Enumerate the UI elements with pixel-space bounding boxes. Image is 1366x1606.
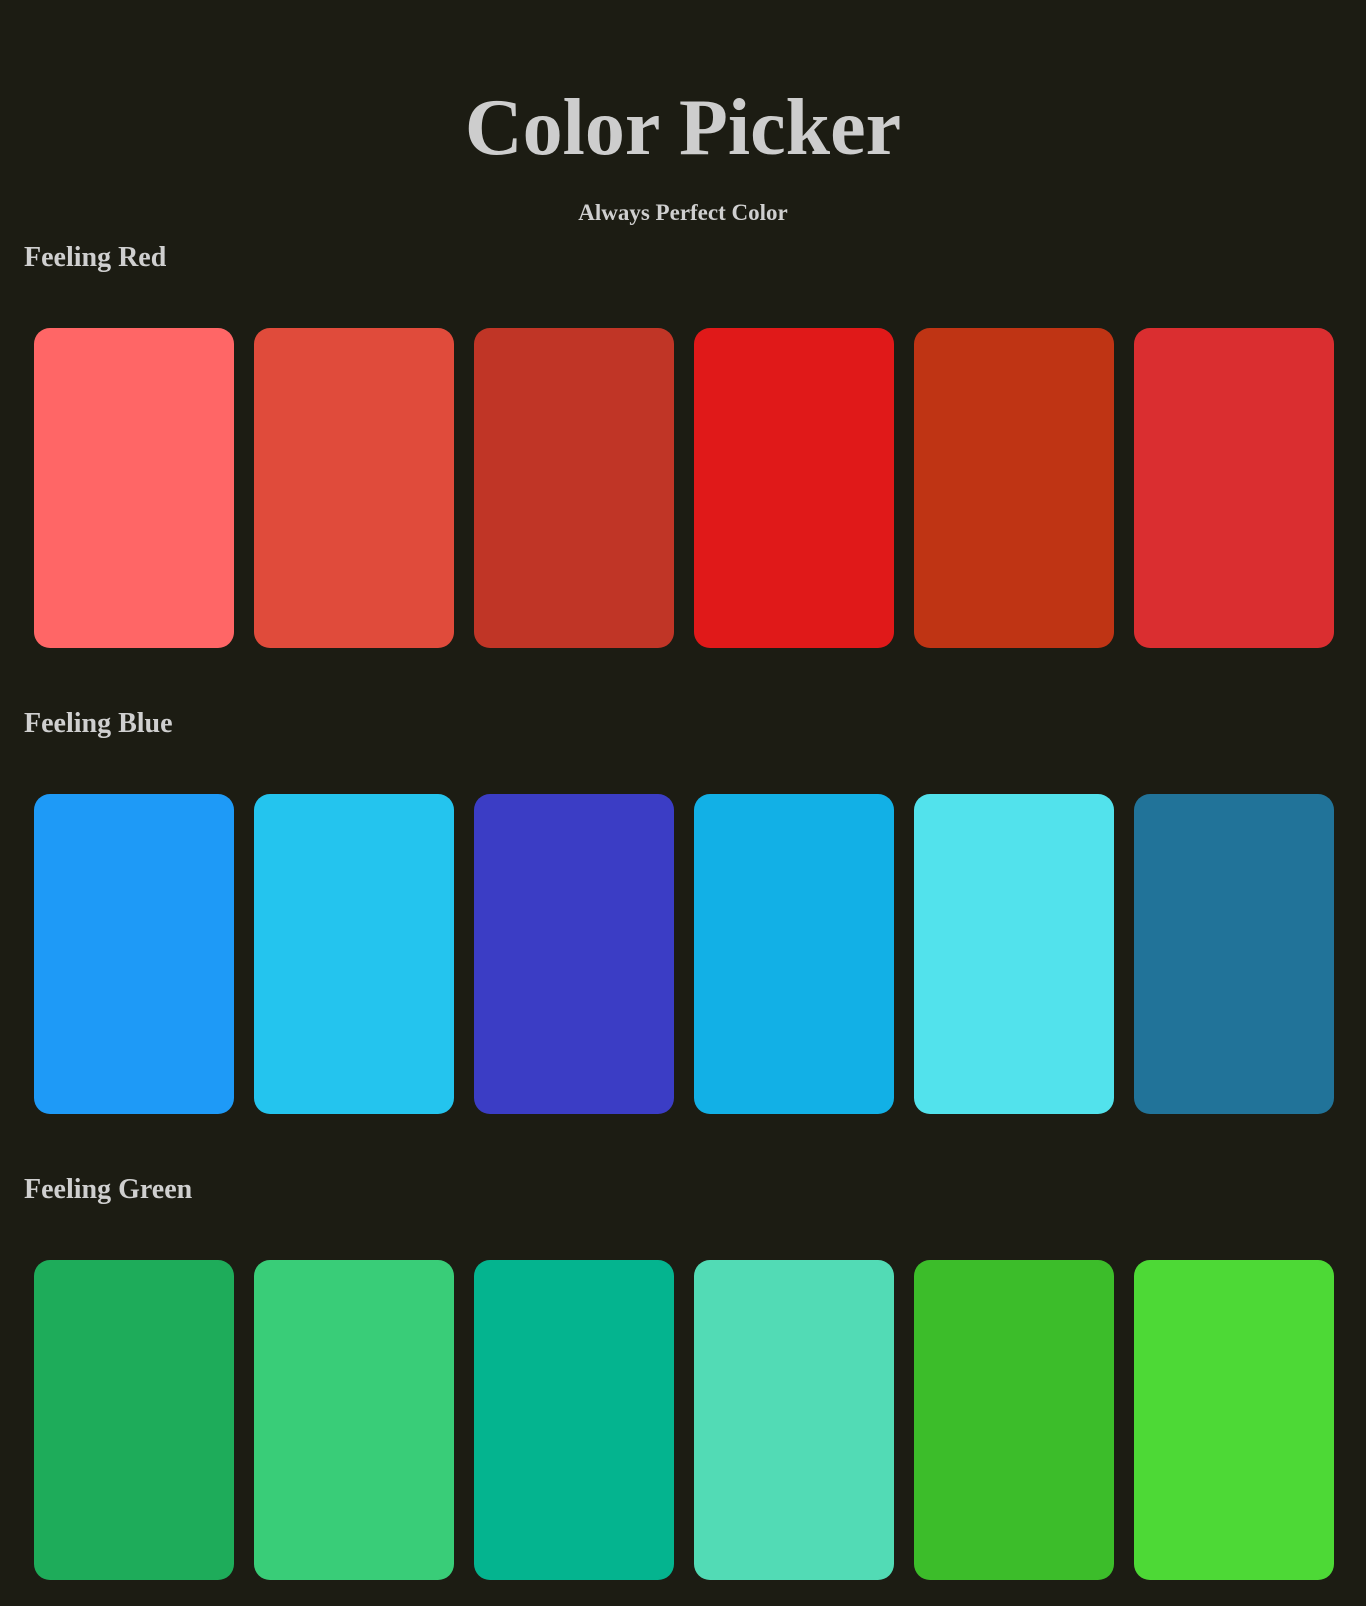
swatch-row <box>0 328 1366 648</box>
color-swatch[interactable] <box>914 794 1114 1114</box>
color-swatch[interactable] <box>474 794 674 1114</box>
color-swatch[interactable] <box>1134 1260 1334 1580</box>
color-swatch[interactable] <box>694 1260 894 1580</box>
color-swatch[interactable] <box>474 1260 674 1580</box>
color-swatch[interactable] <box>34 794 234 1114</box>
swatch-row <box>0 794 1366 1114</box>
page-header: Color Picker Always Perfect Color <box>0 0 1366 226</box>
section-blue: Feeling Blue <box>0 708 1366 1114</box>
color-swatch[interactable] <box>254 328 454 648</box>
section-red: Feeling Red <box>0 242 1366 648</box>
color-swatch[interactable] <box>694 328 894 648</box>
color-swatch[interactable] <box>34 1260 234 1580</box>
color-swatch[interactable] <box>254 794 454 1114</box>
color-swatch[interactable] <box>34 328 234 648</box>
section-title: Feeling Blue <box>24 708 173 739</box>
section-green: Feeling Green <box>0 1174 1366 1580</box>
section-title: Feeling Green <box>24 1174 193 1205</box>
color-swatch[interactable] <box>1134 328 1334 648</box>
page-title: Color Picker <box>464 84 902 172</box>
color-swatch[interactable] <box>914 328 1114 648</box>
color-swatch[interactable] <box>1134 794 1334 1114</box>
color-swatch[interactable] <box>914 1260 1114 1580</box>
color-swatch[interactable] <box>254 1260 454 1580</box>
page-subtitle: Always Perfect Color <box>578 200 788 225</box>
swatch-row <box>0 1260 1366 1580</box>
section-title: Feeling Red <box>24 242 167 273</box>
color-swatch[interactable] <box>694 794 894 1114</box>
color-swatch[interactable] <box>474 328 674 648</box>
